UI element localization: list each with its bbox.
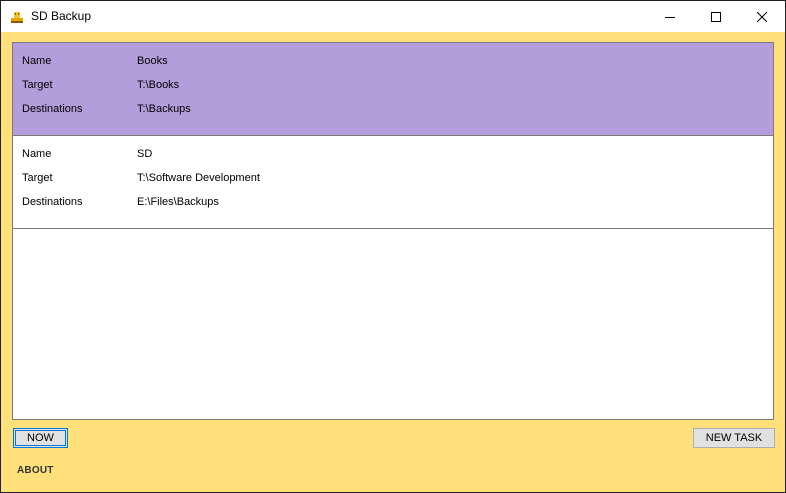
name-value: Books — [137, 55, 168, 67]
minimize-button[interactable] — [647, 1, 693, 32]
target-value: T:\Software Development — [137, 172, 260, 184]
new-task-button[interactable]: NEW TASK — [693, 428, 775, 448]
task-list[interactable]: Name Books Target T:\Books Destinations … — [12, 42, 774, 420]
close-button[interactable] — [739, 1, 785, 32]
target-label: Target — [22, 172, 53, 184]
target-value: T:\Books — [137, 79, 180, 91]
usb-drive-icon — [10, 10, 24, 24]
destinations-value: E:\Files\Backups — [137, 196, 219, 208]
app-window: SD Backup Name Books Target T:\Books Des… — [0, 0, 786, 493]
name-label: Name — [22, 148, 52, 160]
window-title: SD Backup — [31, 9, 92, 23]
title-bar[interactable]: SD Backup — [1, 1, 785, 32]
name-label: Name — [22, 55, 52, 67]
maximize-icon — [711, 11, 721, 22]
name-value: SD — [137, 148, 153, 160]
minimize-icon — [665, 12, 675, 22]
close-icon — [757, 11, 767, 22]
destinations-label: Destinations — [22, 103, 83, 115]
about-link[interactable]: ABOUT — [17, 465, 54, 476]
destinations-value: T:\Backups — [137, 103, 191, 115]
destinations-label: Destinations — [22, 196, 83, 208]
task-item-sd[interactable]: Name SD Target T:\Software Development D… — [13, 136, 773, 229]
now-button[interactable]: NOW — [13, 428, 68, 448]
task-item-books[interactable]: Name Books Target T:\Books Destinations … — [13, 43, 773, 136]
maximize-button[interactable] — [693, 1, 739, 32]
target-label: Target — [22, 79, 53, 91]
